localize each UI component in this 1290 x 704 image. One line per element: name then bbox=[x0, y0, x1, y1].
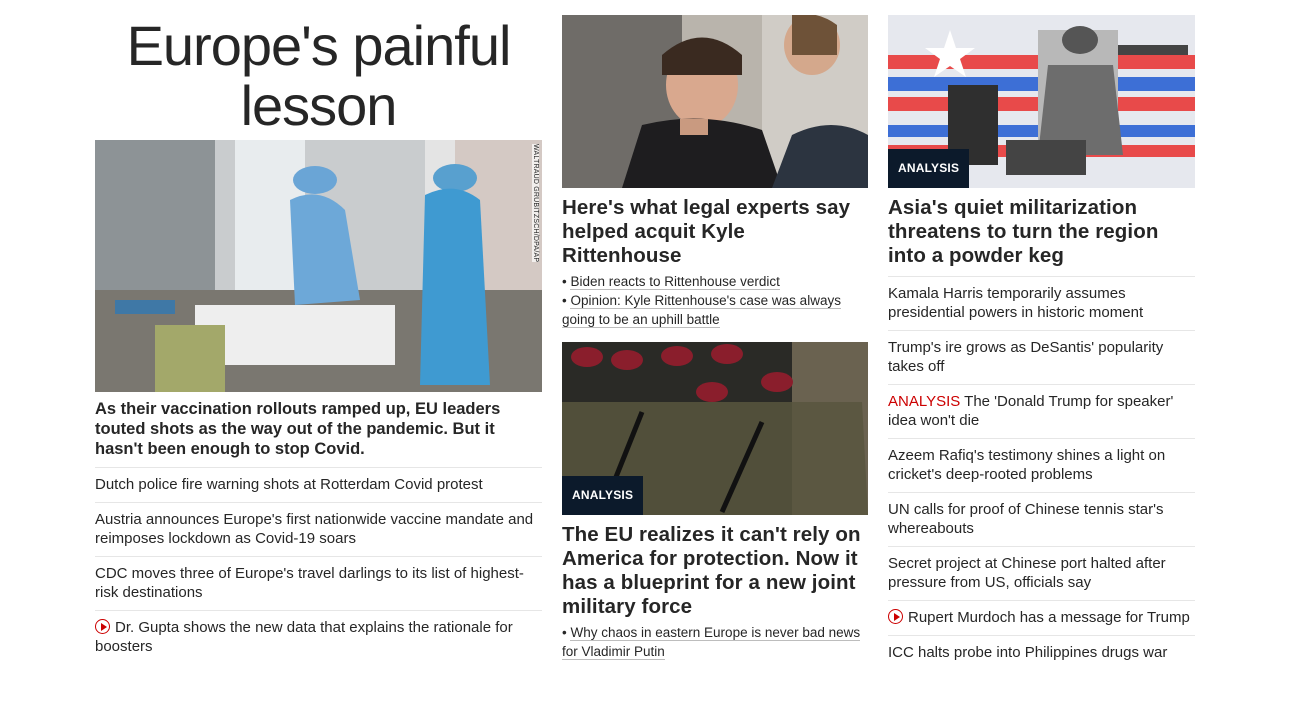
sub-link[interactable]: • Opinion: Kyle Rittenhouse's case was a… bbox=[562, 291, 868, 329]
story-headline[interactable]: The EU realizes it can't rely on America… bbox=[562, 523, 868, 619]
analysis-badge: ANALYSIS bbox=[888, 149, 970, 188]
list-item[interactable]: Rupert Murdoch has a message for Trump bbox=[888, 601, 1195, 636]
column-left: Europe's painful lesson WALTRAUD GRUBITZ… bbox=[95, 0, 542, 664]
list-item[interactable]: ANALYSIS The 'Donald Trump for speaker' … bbox=[888, 385, 1195, 439]
analysis-badge: ANALYSIS bbox=[562, 476, 644, 515]
hospital-photo[interactable]: WALTRAUD GRUBITZSCH/DPA/AP bbox=[95, 140, 542, 392]
list-item[interactable]: CDC moves three of Europe's travel darli… bbox=[95, 557, 542, 611]
sub-link[interactable]: • Why chaos in eastern Europe is never b… bbox=[562, 623, 868, 661]
courtroom-photo[interactable] bbox=[562, 15, 868, 188]
analysis-flag: ANALYSIS bbox=[888, 393, 961, 410]
list-item[interactable]: Dutch police fire warning shots at Rotte… bbox=[95, 468, 542, 503]
column-middle: Here's what legal experts say helped acq… bbox=[562, 0, 868, 661]
list-item[interactable]: Azeem Rafiq's testimony shines a light o… bbox=[888, 439, 1195, 493]
list-item[interactable]: Trump's ire grows as DeSantis' popularit… bbox=[888, 331, 1195, 385]
list-item[interactable]: Kamala Harris temporarily assumes presid… bbox=[888, 277, 1195, 331]
list-item[interactable]: Austria announces Europe's first nationw… bbox=[95, 503, 542, 557]
list-item[interactable]: UN calls for proof of Chinese tennis sta… bbox=[888, 493, 1195, 547]
image-credit: WALTRAUD GRUBITZSCH/DPA/AP bbox=[532, 144, 539, 263]
play-icon bbox=[95, 619, 110, 634]
militarization-illustration[interactable]: ANALYSIS bbox=[888, 15, 1195, 188]
soldiers-photo[interactable]: ANALYSIS bbox=[562, 342, 868, 515]
list-item[interactable]: ICC halts probe into Philippines drugs w… bbox=[888, 636, 1195, 670]
lead-summary[interactable]: As their vaccination rollouts ramped up,… bbox=[95, 399, 542, 468]
section-title[interactable]: Europe's painful lesson bbox=[95, 16, 542, 140]
column-right: ANALYSIS Asia's quiet militarization thr… bbox=[888, 0, 1195, 670]
play-icon bbox=[888, 609, 903, 624]
list-item[interactable]: Secret project at Chinese port halted af… bbox=[888, 547, 1195, 601]
list-item[interactable]: Dr. Gupta shows the new data that explai… bbox=[95, 611, 542, 664]
story-headline[interactable]: Here's what legal experts say helped acq… bbox=[562, 196, 868, 268]
sub-link[interactable]: • Biden reacts to Rittenhouse verdict bbox=[562, 272, 868, 291]
story-headline[interactable]: Asia's quiet militarization threatens to… bbox=[888, 196, 1195, 277]
